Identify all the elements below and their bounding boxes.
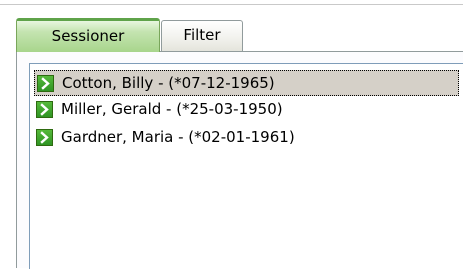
session-list[interactable]: Cotton, Billy - (*07-12-1965) Miller, Ge… [29, 63, 463, 269]
window-top-edge [0, 0, 463, 5]
session-window: Sessioner Filter Cotton, Billy - (*07-12… [0, 0, 463, 269]
session-item-cotton[interactable]: Cotton, Billy - (*07-12-1965) [34, 70, 459, 96]
session-item-miller[interactable]: Miller, Gerald - (*25-03-1950) [34, 97, 459, 123]
session-item-label: Miller, Gerald - (*25-03-1950) [61, 100, 283, 118]
green-arrow-icon [36, 101, 53, 118]
tab-sessioner-label: Sessioner [51, 27, 125, 45]
session-item-gardner[interactable]: Gardner, Maria - (*02-01-1961) [34, 125, 459, 151]
green-arrow-icon [37, 75, 54, 92]
tab-panel: Cotton, Billy - (*07-12-1965) Miller, Ge… [16, 51, 463, 269]
tab-filter-label: Filter [183, 26, 221, 44]
green-arrow-icon [36, 129, 53, 146]
session-item-label: Gardner, Maria - (*02-01-1961) [61, 128, 295, 146]
tab-bar: Sessioner Filter [16, 18, 463, 52]
tab-filter[interactable]: Filter [161, 20, 243, 51]
session-item-label: Cotton, Billy - (*07-12-1965) [62, 74, 275, 92]
tab-sessioner[interactable]: Sessioner [16, 18, 160, 52]
